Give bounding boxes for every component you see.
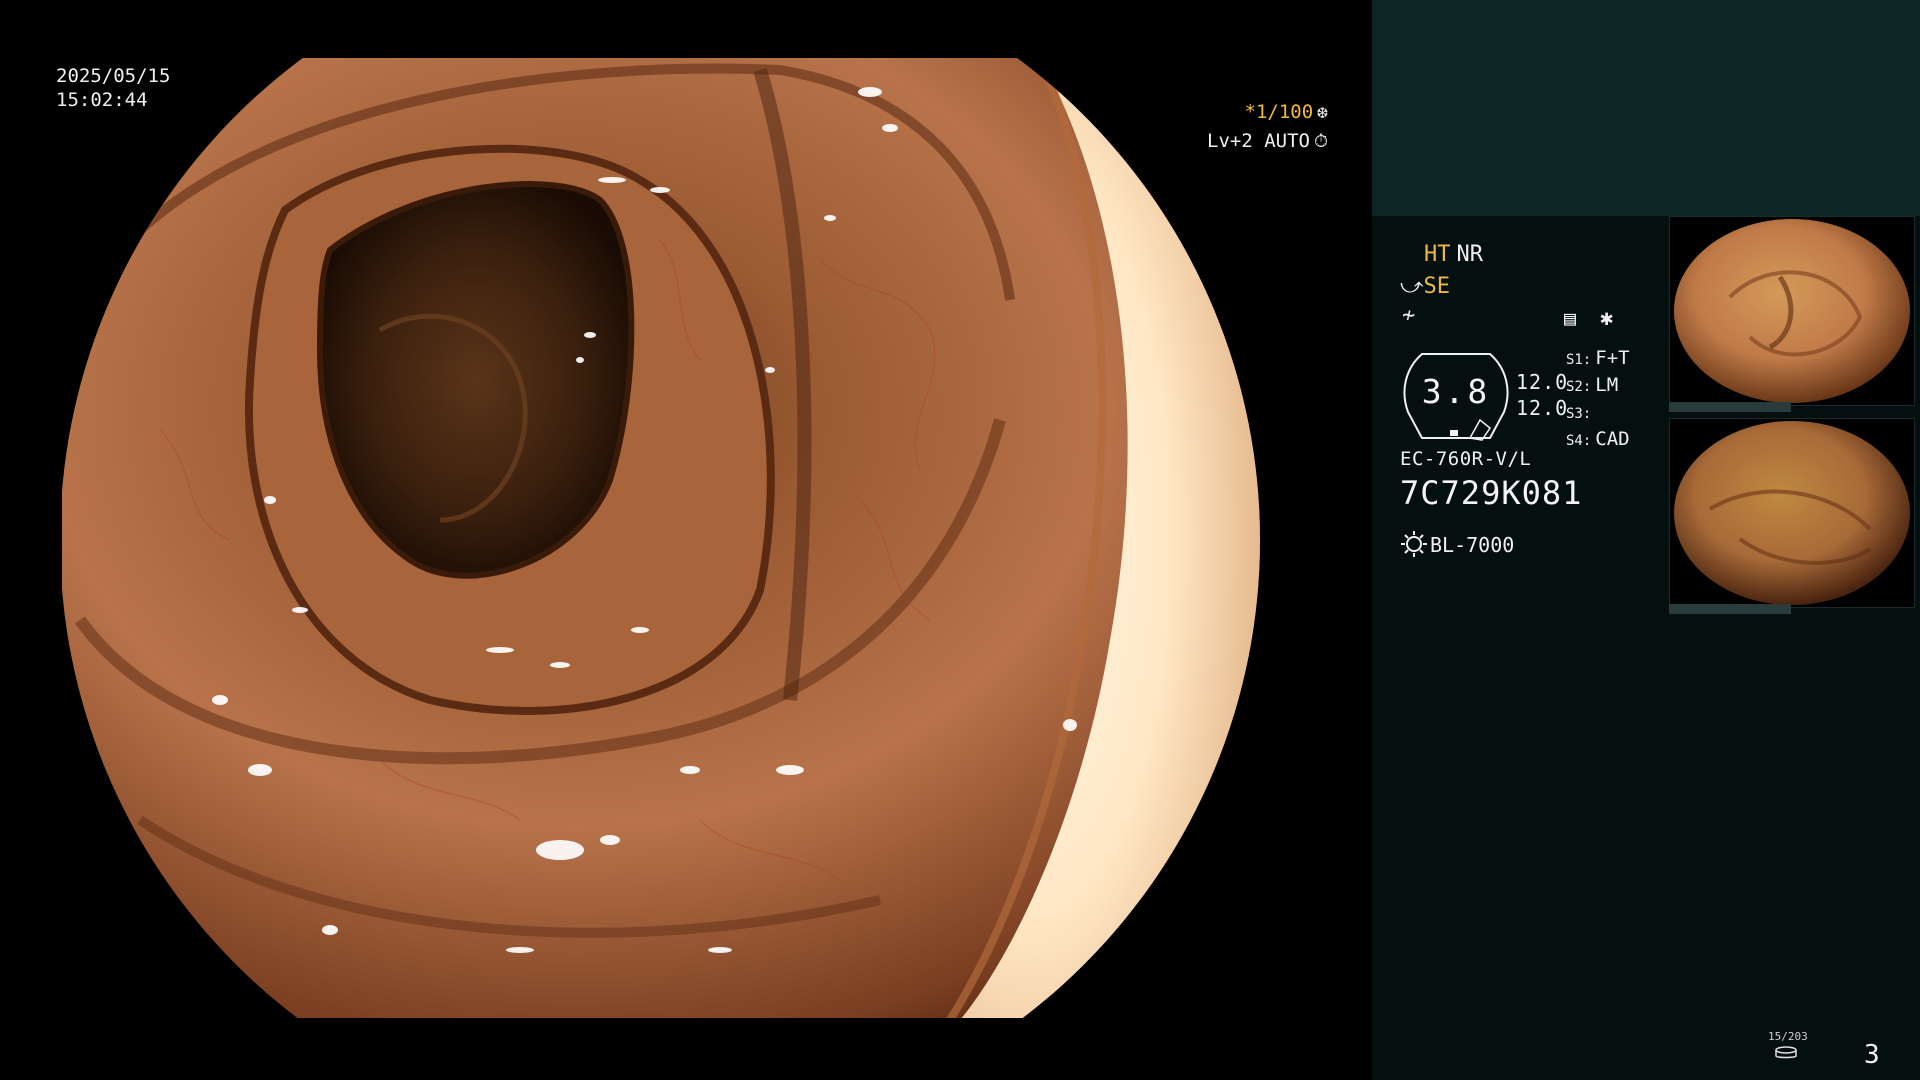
light-source-label: BL-7000 — [1430, 533, 1515, 557]
thumbnail-1-bar — [1669, 402, 1791, 412]
panel-header-area — [1372, 0, 1920, 216]
se-indicator: ⤻SE — [1400, 274, 1450, 300]
capture-settings: *1/100 ❆ Lv+2 AUTO ⏱ — [1207, 98, 1328, 156]
time-text: 15:02:44 — [56, 89, 148, 111]
shutter-speed: *1/100 — [1244, 101, 1314, 123]
storage-disk-icon — [1775, 1046, 1797, 1059]
switch-s4: S4: CAD — [1566, 428, 1630, 450]
switch-settings-list: S1: F+T S2: LM S3: S4: CAD — [1566, 346, 1630, 454]
light-source-icon — [1400, 530, 1430, 563]
thumbnail-2-bar — [1669, 604, 1791, 614]
light-source: BL-7000 — [1400, 530, 1514, 563]
structure-enhance-icon: ⤻ — [1400, 274, 1424, 299]
captured-image-thumbnail-1[interactable] — [1669, 216, 1915, 406]
page-number: 3 — [1864, 1040, 1880, 1070]
scope-serial: 7C729K081 — [1400, 474, 1583, 512]
asterisk-icon: ✱ — [1600, 306, 1614, 331]
gauge-number-2: 12.0 — [1516, 396, 1569, 420]
endoscopy-view: 2025/05/15 15:02:44 *1/100 ❆ Lv+2 AUTO ⏱ — [0, 0, 1372, 1080]
date-text: 2025/05/15 — [56, 65, 171, 87]
switch-s3: S3: — [1566, 406, 1592, 422]
ht-label: HT — [1424, 242, 1451, 267]
captured-image-thumbnail-2[interactable] — [1669, 418, 1915, 608]
gauge-number-1: 12.0 — [1516, 370, 1569, 394]
snowflake-icon: ❆ — [1317, 102, 1328, 123]
scope-model: EC-760R-V/L — [1400, 448, 1532, 470]
nr-label: NR — [1456, 242, 1484, 267]
ht-nr-indicator: HT NR — [1424, 242, 1483, 268]
switch-s1: S1: F+T — [1566, 347, 1630, 369]
gauge-value: 3.8 — [1421, 372, 1491, 411]
image-mode-icon: ▤ — [1564, 306, 1577, 330]
timer-icon: ⏱ — [1313, 131, 1328, 152]
se-label: SE — [1423, 274, 1451, 299]
freeze-icon: ≁ — [1402, 303, 1416, 328]
switch-s2: S2: LM — [1566, 374, 1619, 396]
endoscopic-image — [62, 58, 1260, 1018]
status-panel: HT NR ⤻SE ≁ ▤ ✱ 3.8 12.0 12.0 S1: F+T S2: L… — [1372, 0, 1920, 1080]
date-time: 2025/05/15 15:02:44 — [56, 64, 170, 112]
brightness-level: Lv+2 AUTO — [1207, 130, 1310, 152]
image-counter: 15/203 — [1768, 1030, 1808, 1043]
